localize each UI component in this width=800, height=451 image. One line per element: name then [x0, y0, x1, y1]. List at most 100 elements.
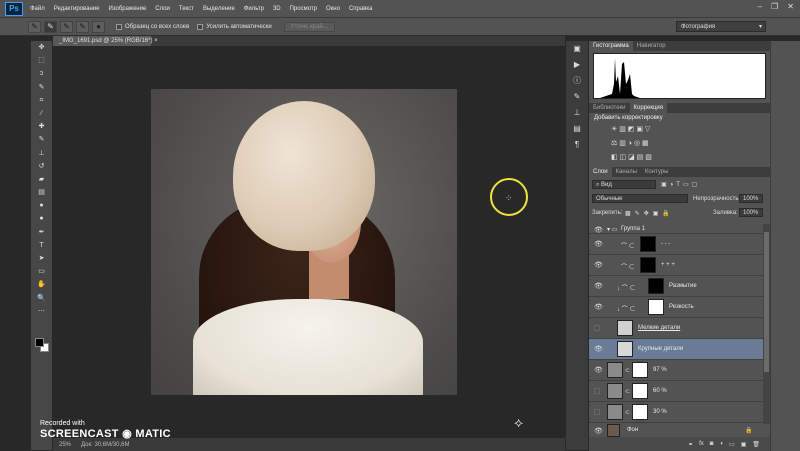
brush-preset-icon[interactable]: ✎	[28, 20, 41, 33]
eraser-tool-icon[interactable]: ▰	[31, 173, 52, 186]
menu-filter[interactable]: Фильтр	[244, 6, 264, 12]
auto-enhance-checkbox[interactable]: Усилить автоматически	[197, 23, 272, 30]
zoom-level[interactable]: 25%	[59, 442, 71, 448]
tab-libraries[interactable]: Библиотеки	[589, 103, 630, 113]
path-selection-tool-icon[interactable]: ➤	[31, 252, 52, 265]
opacity-input[interactable]: 100%	[739, 194, 763, 203]
layer-row-group[interactable]: 👁 ▾ ▭ Группа 1	[589, 224, 763, 234]
menu-select[interactable]: Выделение	[203, 6, 235, 12]
maximize-button[interactable]: ❐	[771, 2, 778, 11]
layer-row-adjustment-1[interactable]: 👁 ⌒ ⊂ - - -	[589, 234, 763, 255]
layer-filter-icons[interactable]: ▣◑T▭▢	[661, 181, 700, 188]
eye-icon[interactable]: 👁	[594, 226, 603, 234]
scrollbar-thumb[interactable]	[764, 232, 769, 372]
history-brush-tool-icon[interactable]: ↺	[31, 160, 52, 173]
history-panel-icon[interactable]: ▣	[566, 41, 588, 57]
info-panel-icon[interactable]: ⓘ	[566, 73, 588, 89]
adjustment-icons-row-3[interactable]: ◧ ◫ ◪ ▤ ▧	[611, 153, 652, 161]
layer-row-60[interactable]: ⊂ 60 %	[589, 381, 763, 402]
dodge-tool-icon[interactable]: ●	[31, 212, 52, 225]
rectangle-tool-icon[interactable]: ▭	[31, 265, 52, 278]
minimize-button[interactable]: –	[758, 2, 762, 11]
adjustment-icons-row-1[interactable]: ☀ ▥ ◩ ▣ ▽	[611, 125, 650, 133]
eyedropper-tool-icon[interactable]: ⁄	[31, 107, 52, 120]
menu-edit[interactable]: Редактирование	[54, 6, 100, 12]
brush-size-icon[interactable]: ●	[92, 20, 105, 33]
tab-channels[interactable]: Каналы	[612, 167, 641, 177]
tab-histogram[interactable]: Гистограмма	[589, 41, 633, 51]
zoom-tool-icon[interactable]: 🔍	[31, 292, 52, 305]
brush-tool-icon[interactable]: ✎	[31, 133, 52, 146]
marquee-tool-icon[interactable]: ⬚	[31, 54, 52, 67]
pen-tool-icon[interactable]: ✒	[31, 226, 52, 239]
layer-row-30[interactable]: ⊂ 30 %	[589, 402, 763, 423]
menu-help[interactable]: Справка	[349, 6, 373, 12]
clone-source-panel-icon[interactable]: ⊥	[566, 105, 588, 121]
eye-icon[interactable]: 👁	[594, 427, 603, 435]
new-group-icon[interactable]: ▭	[729, 441, 735, 448]
new-selection-icon[interactable]: ✎	[44, 20, 57, 33]
menu-3d[interactable]: 3D	[273, 6, 281, 12]
tab-adjustments[interactable]: Коррекция	[629, 103, 668, 113]
layer-row-coarse-details[interactable]: 👁 Крупные детали	[589, 339, 763, 360]
blend-mode-select[interactable]: Обычные	[592, 194, 688, 203]
menu-view[interactable]: Просмотр	[290, 6, 317, 12]
layer-filter-select[interactable]: ⌕ Вид	[592, 180, 656, 189]
layers-scrollbar[interactable]	[763, 224, 770, 424]
eye-icon[interactable]: 👁	[594, 261, 603, 269]
tab-layers[interactable]: Слои	[589, 167, 612, 177]
lasso-tool-icon[interactable]: ↄ	[31, 67, 52, 80]
eye-icon[interactable]: 👁	[594, 366, 603, 374]
sample-all-layers-checkbox[interactable]: Образец со всех слоев	[116, 23, 189, 30]
healing-brush-tool-icon[interactable]: ✚	[31, 120, 52, 133]
layer-row-97[interactable]: 👁 ⊂ 97 %	[589, 360, 763, 381]
tab-navigator[interactable]: Навигатор	[633, 41, 670, 51]
menu-image[interactable]: Изображение	[108, 6, 146, 12]
eye-icon[interactable]: 👁	[594, 303, 603, 311]
subtract-selection-icon[interactable]: ✎	[76, 20, 89, 33]
layer-row-blur[interactable]: 👁 ↓ ⌒ ⊂ Размытие	[589, 276, 763, 297]
refine-edge-button[interactable]: Уточн. край...	[283, 21, 335, 32]
gradient-tool-icon[interactable]: ▤	[31, 186, 52, 199]
eye-icon[interactable]: 👁	[594, 240, 603, 248]
fill-input[interactable]: 100%	[739, 208, 763, 217]
document-canvas-image[interactable]	[151, 89, 457, 395]
menu-file[interactable]: Файл	[30, 6, 45, 12]
link-layers-icon[interactable]: ⚭	[688, 441, 693, 448]
menu-type[interactable]: Текст	[179, 6, 194, 12]
clone-stamp-tool-icon[interactable]: ⊥	[31, 147, 52, 160]
eye-icon[interactable]: 👁	[594, 345, 603, 353]
trash-icon[interactable]: 🗑	[752, 441, 760, 448]
hand-tool-icon[interactable]: ✋	[31, 278, 52, 291]
close-tab-icon[interactable]: ×	[154, 38, 158, 44]
new-layer-icon[interactable]: ▣	[741, 441, 747, 448]
visibility-toggle[interactable]	[594, 325, 600, 331]
properties-panel-icon[interactable]: ▤	[566, 121, 588, 137]
document-tab[interactable]: _IMG_1691.psd @ 25% (RGB/16*) ×	[53, 36, 158, 46]
paragraph-panel-icon[interactable]: ¶	[566, 137, 588, 153]
new-adjustment-icon[interactable]: ◑	[719, 441, 723, 447]
move-tool-icon[interactable]: ✥	[31, 41, 52, 54]
menu-window[interactable]: Окно	[326, 6, 340, 12]
type-tool-icon[interactable]: T	[31, 239, 52, 252]
add-mask-icon[interactable]: ◙	[710, 441, 714, 447]
quick-selection-tool-icon[interactable]: ✎	[31, 81, 52, 94]
visibility-toggle[interactable]	[594, 388, 600, 394]
workspace-select[interactable]: Фотография ▾	[676, 21, 766, 32]
layer-row-fine-details[interactable]: Мелкие детали	[589, 318, 763, 339]
layer-row-sharpness[interactable]: 👁 ↓ ⌒ ⊂ Резкость	[589, 297, 763, 318]
color-swatches[interactable]	[35, 338, 51, 354]
edit-toolbar-icon[interactable]: ⋯	[31, 305, 52, 318]
brush-panel-icon[interactable]: ✎	[566, 89, 588, 105]
layer-style-icon[interactable]: fx	[699, 441, 704, 447]
layer-row-adjustment-2[interactable]: 👁 ⌒ ⊂ + + +	[589, 255, 763, 276]
menu-layers[interactable]: Слои	[155, 6, 170, 12]
actions-panel-icon[interactable]: ▶	[566, 57, 588, 73]
layer-row-background[interactable]: 👁 Фон 🔒	[589, 423, 763, 438]
foreground-color-swatch[interactable]	[35, 338, 44, 347]
close-window-button[interactable]: ✕	[787, 2, 794, 11]
visibility-toggle[interactable]	[594, 409, 600, 415]
eye-icon[interactable]: 👁	[594, 282, 603, 290]
crop-tool-icon[interactable]: ⌗	[31, 94, 52, 107]
lock-icons[interactable]: ▩✎✥▣🔒	[625, 210, 674, 217]
